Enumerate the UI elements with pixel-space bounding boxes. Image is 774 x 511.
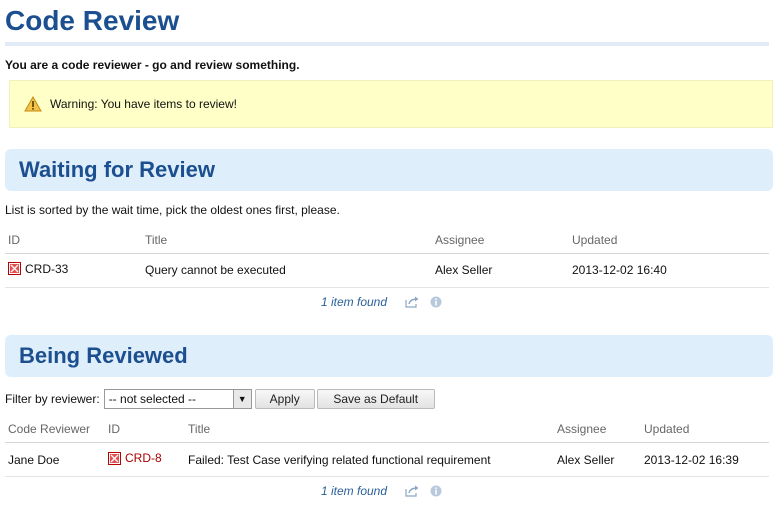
- updated-cell: 2013-12-02 16:40: [569, 253, 769, 288]
- info-icon[interactable]: [429, 485, 443, 497]
- waiting-description: List is sorted by the wait time, pick th…: [5, 203, 340, 217]
- warning-icon: [24, 95, 42, 112]
- waiting-section-title: Waiting for Review: [19, 157, 215, 182]
- column-header-code-reviewer[interactable]: Code Reviewer: [5, 416, 105, 443]
- dropdown-arrow-icon[interactable]: ▼: [232, 389, 251, 408]
- crd-id: CRD-8: [125, 451, 162, 466]
- apply-button[interactable]: Apply: [254, 388, 315, 409]
- info-icon[interactable]: [429, 296, 443, 308]
- title-cell[interactable]: Query cannot be executed: [142, 253, 432, 288]
- title-divider: [5, 42, 769, 46]
- column-header-assignee[interactable]: Assignee: [554, 416, 641, 443]
- reviewed-section-header: Being Reviewed: [5, 334, 773, 377]
- crd-link[interactable]: CRD-8: [108, 451, 162, 465]
- reviewer-select-value: -- not selected --: [108, 391, 197, 406]
- assignee-cell: Alex Seller: [432, 253, 569, 288]
- reviewer-cell: Jane Doe: [5, 442, 105, 477]
- reviewer-select[interactable]: -- not selected -- ▼: [103, 388, 252, 409]
- column-header-updated[interactable]: Updated: [569, 227, 769, 254]
- waiting-footer: 1 item found: [5, 288, 769, 312]
- page-title: Code Review: [5, 5, 180, 36]
- export-icon[interactable]: [405, 485, 419, 497]
- crd-link[interactable]: CRD-33: [8, 262, 68, 276]
- bug-icon: [108, 451, 121, 465]
- item-count: 1 item found: [320, 294, 388, 309]
- filter-label: Filter by reviewer:: [5, 391, 100, 406]
- assignee-cell: Alex Seller: [554, 442, 641, 477]
- updated-cell: 2013-12-02 16:39: [641, 442, 769, 477]
- page: Code Review You are a code reviewer - go…: [0, 0, 774, 501]
- table-header-row: Code Reviewer ID Title Assignee Updated: [5, 416, 769, 443]
- warning-banner: Warning: You have items to review!: [9, 80, 773, 128]
- reviewed-footer: 1 item found: [5, 477, 769, 501]
- column-header-title[interactable]: Title: [142, 227, 432, 254]
- item-count: 1 item found: [320, 484, 388, 498]
- table-row: CRD-33 Query cannot be executed Alex Sel…: [5, 253, 769, 288]
- column-header-updated[interactable]: Updated: [641, 416, 769, 443]
- table-row: Jane Doe CRD-8 Failed: Test Case verifyi…: [5, 442, 769, 477]
- save-as-default-button[interactable]: Save as Default: [316, 388, 435, 409]
- reviewer-filter: Filter by reviewer: -- not selected -- ▼…: [5, 388, 769, 409]
- title-cell[interactable]: Failed: Test Case verifying related func…: [185, 442, 554, 477]
- id-cell: CRD-33: [5, 253, 142, 288]
- reviewed-table: Code Reviewer ID Title Assignee Updated …: [5, 416, 769, 477]
- column-header-id[interactable]: ID: [105, 416, 185, 443]
- warning-text: Warning: You have items to review!: [50, 97, 237, 111]
- waiting-table: ID Title Assignee Updated CRD-33 Query c…: [5, 227, 769, 288]
- column-header-assignee[interactable]: Assignee: [432, 227, 569, 254]
- column-header-id[interactable]: ID: [5, 227, 142, 254]
- export-icon[interactable]: [405, 296, 419, 308]
- intro-text: You are a code reviewer - go and review …: [5, 58, 300, 72]
- reviewed-section-title: Being Reviewed: [19, 342, 188, 368]
- waiting-section-header: Waiting for Review: [5, 149, 773, 191]
- crd-id: CRD-33: [25, 261, 69, 276]
- id-cell: CRD-8: [105, 442, 185, 477]
- bug-icon: [8, 262, 21, 276]
- column-header-title[interactable]: Title: [185, 416, 554, 443]
- table-header-row: ID Title Assignee Updated: [5, 227, 769, 254]
